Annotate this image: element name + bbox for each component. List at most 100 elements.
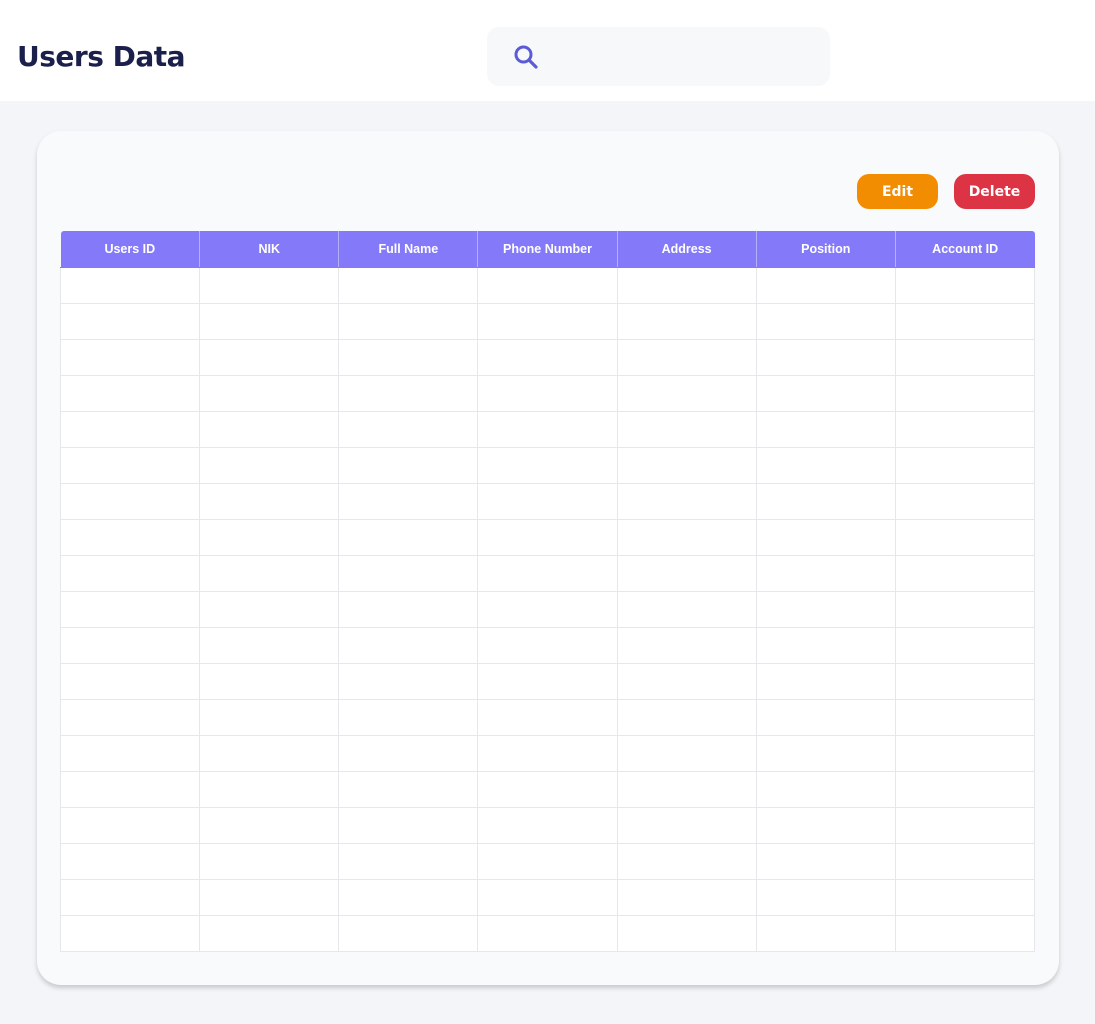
table-row[interactable]: [59, 375, 1036, 412]
table-cell: [616, 375, 757, 412]
table-cell: [338, 771, 479, 808]
table-cell: [59, 303, 201, 340]
table-row[interactable]: [59, 483, 1036, 520]
table-cell: [616, 555, 757, 592]
table-cell: [894, 519, 1036, 556]
table-cell: [477, 915, 618, 952]
table-row[interactable]: [59, 447, 1036, 484]
table-cell: [199, 555, 340, 592]
table-row[interactable]: [59, 879, 1036, 916]
table-cell: [477, 555, 618, 592]
table-row[interactable]: [59, 843, 1036, 880]
table-cell: [59, 591, 201, 628]
table-cell: [894, 447, 1036, 484]
table-cell: [894, 339, 1036, 376]
users-table-container: Users ID NIK Full Name Phone Number Address P…: [59, 231, 1036, 952]
search-icon[interactable]: [513, 44, 539, 70]
table-cell: [755, 807, 896, 844]
table-cell: [755, 735, 896, 772]
search-input[interactable]: [551, 39, 815, 75]
table-row[interactable]: [59, 771, 1036, 808]
column-header[interactable]: Users ID: [60, 231, 201, 268]
table-cell: [477, 483, 618, 520]
table-cell: [59, 555, 201, 592]
table-cell: [338, 843, 479, 880]
table-row[interactable]: [59, 267, 1036, 304]
table-cell: [338, 735, 479, 772]
table-row[interactable]: [59, 411, 1036, 448]
table-cell: [199, 807, 340, 844]
table-row[interactable]: [59, 303, 1036, 340]
column-header[interactable]: Address: [617, 231, 757, 268]
table-cell: [616, 915, 757, 952]
table-cell: [199, 447, 340, 484]
table-cell: [59, 915, 201, 952]
top-bar: Users Data: [0, 0, 1095, 101]
table-cell: [616, 879, 757, 916]
table-cell: [199, 339, 340, 376]
table-cell: [59, 483, 201, 520]
column-header[interactable]: Full Name: [338, 231, 479, 268]
table-row[interactable]: [59, 519, 1036, 556]
table-cell: [616, 663, 757, 700]
table-cell: [199, 879, 340, 916]
table-cell: [199, 663, 340, 700]
table-cell: [477, 627, 618, 664]
table-cell: [477, 879, 618, 916]
table-row[interactable]: [59, 591, 1036, 628]
table-cell: [477, 699, 618, 736]
table-cell: [755, 375, 896, 412]
table-cell: [755, 555, 896, 592]
table-cell: [616, 519, 757, 556]
table-cell: [477, 519, 618, 556]
column-header[interactable]: Phone Number: [477, 231, 618, 268]
column-header[interactable]: Account ID: [895, 231, 1035, 268]
table-cell: [199, 519, 340, 556]
table-cell: [59, 879, 201, 916]
delete-button[interactable]: Delete: [954, 174, 1035, 209]
table-cell: [199, 411, 340, 448]
table-cell: [199, 483, 340, 520]
table-cell: [755, 771, 896, 808]
table-row[interactable]: [59, 663, 1036, 700]
table-cell: [755, 843, 896, 880]
table-cell: [59, 663, 201, 700]
table-cell: [199, 375, 340, 412]
table-cell: [477, 807, 618, 844]
table-cell: [59, 735, 201, 772]
search-bar[interactable]: [487, 27, 830, 86]
table-body: [59, 267, 1036, 952]
table-row[interactable]: [59, 699, 1036, 736]
table-row[interactable]: [59, 915, 1036, 952]
table-row[interactable]: [59, 807, 1036, 844]
table-cell: [755, 915, 896, 952]
table-cell: [199, 627, 340, 664]
table-cell: [894, 627, 1036, 664]
table-cell: [199, 771, 340, 808]
table-row[interactable]: [59, 339, 1036, 376]
column-header[interactable]: NIK: [199, 231, 340, 268]
table-cell: [616, 483, 757, 520]
table-cell: [199, 699, 340, 736]
users-table-card: Edit Delete Users ID NIK Full Name Phone Nu…: [37, 131, 1059, 985]
table-cell: [477, 735, 618, 772]
table-cell: [894, 303, 1036, 340]
table-cell: [894, 771, 1036, 808]
table-cell: [755, 339, 896, 376]
table-cell: [338, 627, 479, 664]
table-row[interactable]: [59, 735, 1036, 772]
table-cell: [59, 519, 201, 556]
table-cell: [894, 915, 1036, 952]
table-cell: [616, 339, 757, 376]
column-header[interactable]: Position: [756, 231, 896, 268]
table-row[interactable]: [59, 627, 1036, 664]
table-cell: [199, 915, 340, 952]
table-cell: [755, 267, 896, 304]
table-cell: [338, 447, 479, 484]
table-cell: [338, 879, 479, 916]
edit-button[interactable]: Edit: [857, 174, 938, 209]
table-cell: [755, 411, 896, 448]
table-cell: [755, 519, 896, 556]
table-cell: [59, 807, 201, 844]
table-row[interactable]: [59, 555, 1036, 592]
